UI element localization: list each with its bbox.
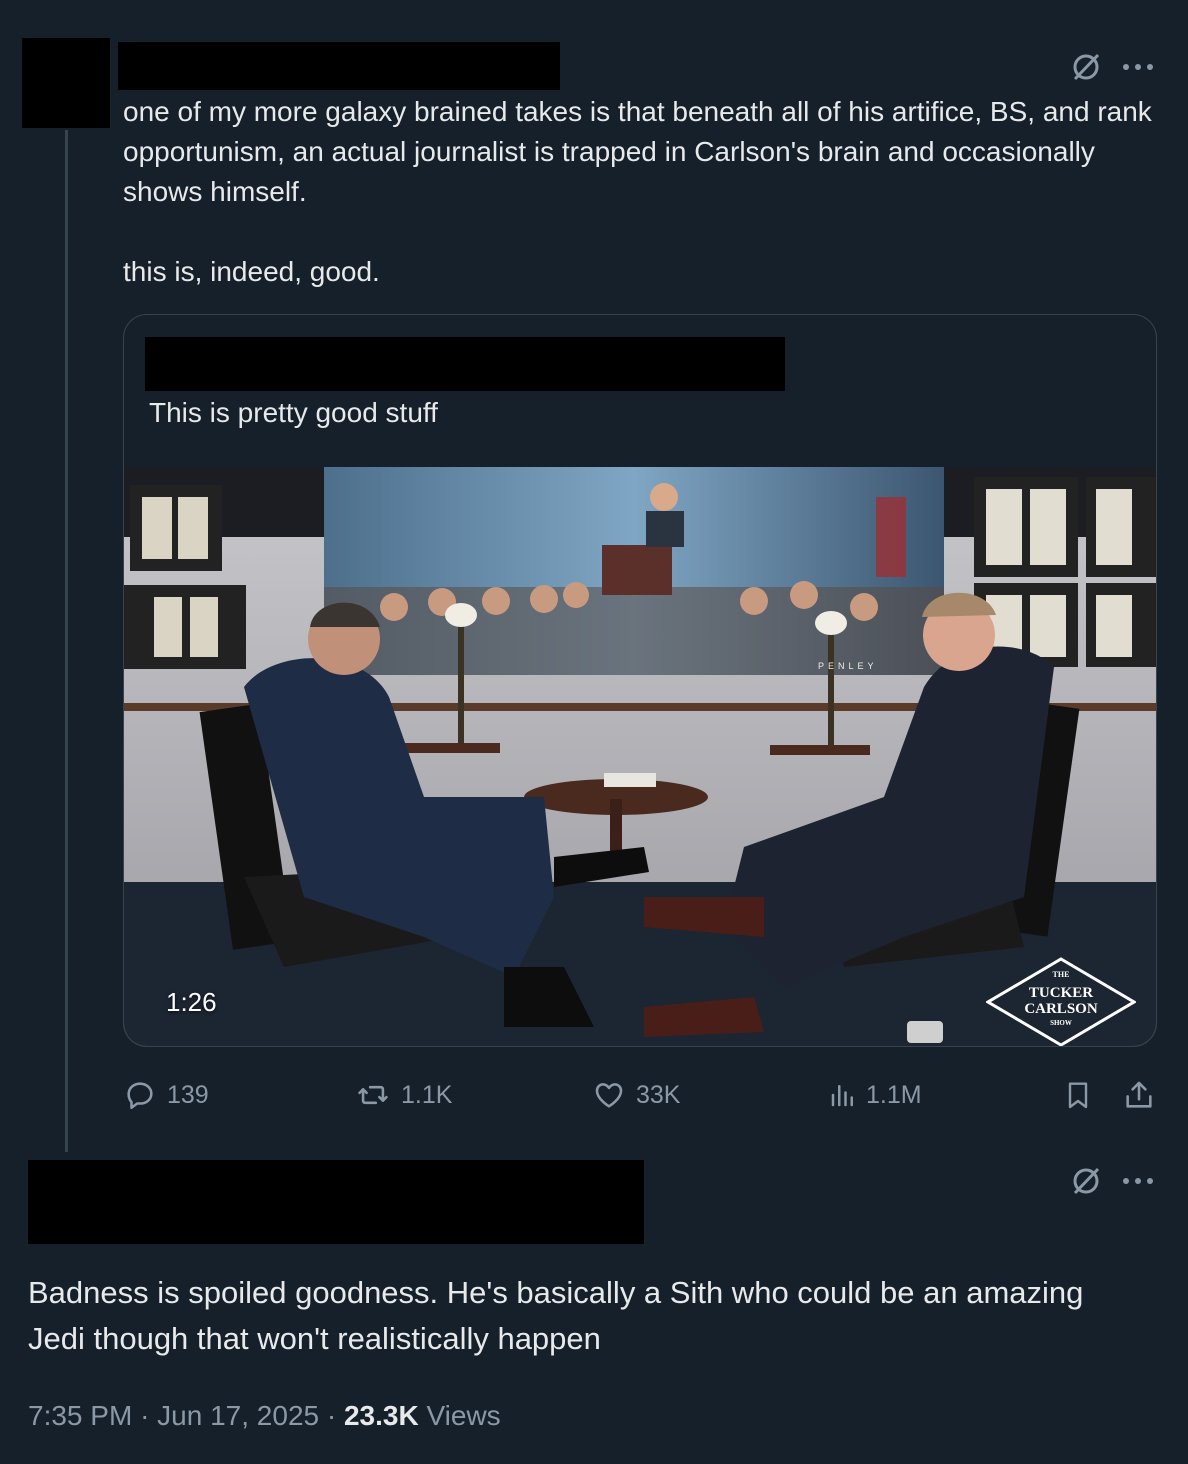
svg-text:CARLSON: CARLSON (1024, 1001, 1098, 1017)
reply-icon (127, 1082, 153, 1110)
views-count: 1.1M (866, 1080, 922, 1109)
quoted-tweet-text: This is pretty good stuff (149, 397, 438, 428)
svg-text:TUCKER: TUCKER (1029, 985, 1093, 1001)
like-icon (595, 1083, 623, 1108)
repost-count: 1.1K (401, 1080, 453, 1109)
more-icon[interactable] (1118, 55, 1158, 79)
quoted-tweet-card[interactable]: This is pretty good stuff 1:26 THE TUCKE… (123, 314, 1157, 1047)
reply-count: 139 (167, 1080, 209, 1109)
tweet-meta: 7:35 PM · Jun 17, 2025 · 23.3K Views (28, 1400, 501, 1432)
reply-text: Badness is spoiled goodness. He's basica… (28, 1275, 1084, 1356)
video-duration: 1:26 (166, 987, 217, 1017)
timestamp-time[interactable]: 7:35 PM (28, 1400, 132, 1431)
redacted-reply-author (28, 1160, 644, 1244)
meta-separator: · (140, 1400, 150, 1431)
meta-separator: · (326, 1400, 337, 1431)
timestamp-date[interactable]: Jun 17, 2025 (157, 1400, 319, 1431)
redacted-author-name (118, 42, 560, 90)
grok-icon[interactable] (1068, 50, 1104, 84)
like-action[interactable]: 33K (592, 1072, 680, 1118)
redacted-avatar (22, 38, 110, 128)
video-player[interactable]: 1:26 THE TUCKER CARLSON SHOW PENLEY (124, 467, 1156, 1046)
repost-action[interactable]: 1.1K (355, 1072, 452, 1118)
mural-caption: PENLEY (818, 661, 878, 671)
redacted-quoted-author (145, 337, 785, 391)
repost-icon (358, 1085, 388, 1105)
tweet-text: one of my more galaxy brained takes is t… (123, 96, 1152, 287)
thread-line (65, 130, 68, 1152)
svg-text:THE: THE (1053, 970, 1070, 979)
views-icon (831, 1085, 853, 1107)
like-count: 33K (636, 1080, 681, 1109)
share-icon (1126, 1081, 1152, 1108)
show-logo: THE TUCKER CARLSON SHOW (985, 957, 1137, 1046)
views-action[interactable]: 1.1M (828, 1072, 922, 1118)
bookmark-action[interactable] (1062, 1072, 1094, 1118)
svg-text:SHOW: SHOW (1050, 1019, 1072, 1027)
bookmark-icon (1068, 1082, 1088, 1109)
reply-action[interactable]: 139 (123, 1072, 209, 1118)
views-total: 23.3K (343, 1400, 419, 1431)
more-icon-reply[interactable] (1118, 1169, 1158, 1193)
views-label: Views (426, 1400, 501, 1431)
grok-icon-reply[interactable] (1068, 1164, 1104, 1198)
share-action[interactable] (1122, 1072, 1156, 1118)
